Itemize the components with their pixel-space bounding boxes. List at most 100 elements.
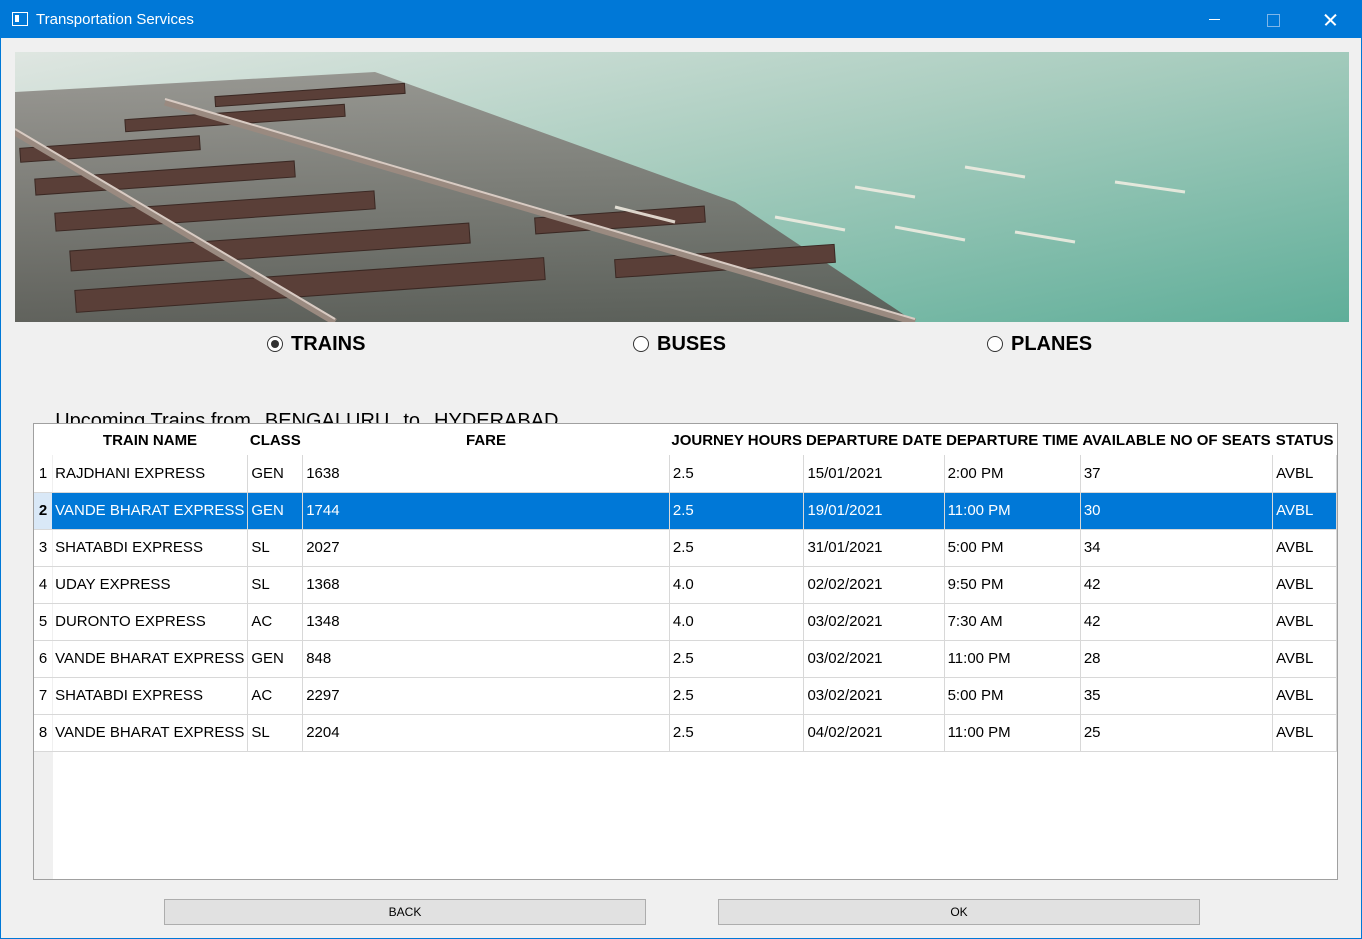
column-header[interactable]: DEPARTURE DATE (803, 424, 945, 455)
back-button[interactable]: BACK (164, 899, 646, 925)
table-row[interactable]: 5 DURONTO EXPRESS AC 1348 4.0 03/02/2021 7:30 … (34, 603, 1337, 641)
table-cell[interactable]: AVBL (1272, 566, 1337, 604)
table-row[interactable]: 8 VANDE BHARAT EXPRESS SL 2204 2.5 04/02/2021… (34, 714, 1337, 752)
minimize-button[interactable] (1191, 1, 1237, 38)
table-row[interactable]: 6 VANDE BHARAT EXPRESS GEN 848 2.5 03/02/2021… (34, 640, 1337, 678)
table-cell[interactable]: AC (247, 677, 304, 715)
table-cell[interactable]: 42 (1080, 566, 1274, 604)
table-cell[interactable]: 28 (1080, 640, 1274, 678)
table-cell[interactable]: 2.5 (669, 529, 805, 567)
row-number[interactable]: 3 (34, 529, 53, 567)
table-cell[interactable]: 5:00 PM (944, 677, 1081, 715)
table-cell[interactable]: AC (247, 603, 304, 641)
table-row[interactable]: 2 VANDE BHARAT EXPRESS GEN 1744 2.5 19/01/202… (34, 492, 1337, 530)
trains-table[interactable]: TRAIN NAME CLASS FARE JOURNEY HOURS DEPA… (33, 423, 1338, 880)
row-number[interactable]: 5 (34, 603, 53, 641)
table-cell[interactable]: AVBL (1272, 492, 1337, 530)
table-cell[interactable]: 37 (1080, 455, 1274, 493)
trains-grid[interactable]: TRAIN NAME CLASS FARE JOURNEY HOURS DEPA… (34, 424, 1337, 752)
table-cell[interactable]: 31/01/2021 (803, 529, 945, 567)
table-cell[interactable]: 4.0 (669, 566, 805, 604)
table-cell[interactable]: 2027 (302, 529, 670, 567)
table-cell[interactable]: AVBL (1272, 714, 1337, 752)
column-header[interactable]: STATUS (1272, 424, 1337, 455)
close-button[interactable] (1307, 1, 1353, 38)
table-cell[interactable]: 1348 (302, 603, 670, 641)
table-cell[interactable]: 03/02/2021 (803, 603, 945, 641)
row-number[interactable]: 7 (34, 677, 53, 715)
column-header[interactable]: JOURNEY HOURS (669, 424, 804, 455)
column-header[interactable]: FARE (302, 424, 670, 455)
corner-cell[interactable] (34, 424, 53, 455)
table-cell[interactable]: SHATABDI EXPRESS (52, 677, 249, 715)
column-header[interactable]: CLASS (247, 424, 303, 455)
table-cell[interactable]: 2.5 (669, 677, 805, 715)
table-cell[interactable]: 9:50 PM (944, 566, 1081, 604)
table-cell[interactable]: 2297 (302, 677, 670, 715)
table-cell[interactable]: VANDE BHARAT EXPRESS (52, 492, 249, 530)
column-header[interactable]: TRAIN NAME (52, 424, 248, 455)
table-cell[interactable]: 42 (1080, 603, 1274, 641)
table-cell[interactable]: GEN (247, 640, 304, 678)
table-cell[interactable]: 5:00 PM (944, 529, 1081, 567)
table-cell[interactable]: AVBL (1272, 640, 1337, 678)
row-number[interactable]: 1 (34, 455, 53, 493)
table-cell[interactable]: 04/02/2021 (803, 714, 945, 752)
column-header[interactable]: AVAILABLE NO OF SEATS (1080, 424, 1273, 455)
table-cell[interactable]: 2204 (302, 714, 670, 752)
table-cell[interactable]: 2.5 (669, 455, 805, 493)
table-cell[interactable]: 11:00 PM (944, 492, 1081, 530)
table-cell[interactable]: UDAY EXPRESS (52, 566, 249, 604)
table-cell[interactable]: 848 (302, 640, 670, 678)
table-cell[interactable]: 30 (1080, 492, 1274, 530)
table-cell[interactable]: 7:30 AM (944, 603, 1081, 641)
radio-buses-indicator[interactable] (633, 336, 649, 352)
radio-trains[interactable]: TRAINS (267, 331, 365, 357)
table-cell[interactable]: 19/01/2021 (803, 492, 945, 530)
table-cell[interactable]: VANDE BHARAT EXPRESS (52, 714, 249, 752)
table-cell[interactable]: VANDE BHARAT EXPRESS (52, 640, 249, 678)
row-number[interactable]: 8 (34, 714, 53, 752)
radio-trains-indicator[interactable] (267, 336, 283, 352)
table-cell[interactable]: GEN (247, 492, 304, 530)
table-cell[interactable]: 1638 (302, 455, 670, 493)
table-cell[interactable]: 2.5 (669, 640, 805, 678)
table-cell[interactable]: 03/02/2021 (803, 677, 945, 715)
title-bar[interactable]: Transportation Services (1, 1, 1361, 38)
maximize-button[interactable] (1249, 1, 1295, 38)
table-cell[interactable]: RAJDHANI EXPRESS (52, 455, 249, 493)
table-cell[interactable]: AVBL (1272, 677, 1337, 715)
table-cell[interactable]: 11:00 PM (944, 714, 1081, 752)
table-cell[interactable]: 2:00 PM (944, 455, 1081, 493)
table-row[interactable]: 4 UDAY EXPRESS SL 1368 4.0 02/02/2021 9:50 PM 4… (34, 566, 1337, 604)
table-cell[interactable]: 2.5 (669, 492, 805, 530)
radio-buses[interactable]: BUSES (633, 331, 726, 357)
ok-button[interactable]: OK (718, 899, 1200, 925)
table-cell[interactable]: SL (247, 714, 304, 752)
table-cell[interactable]: 34 (1080, 529, 1274, 567)
radio-planes-indicator[interactable] (987, 336, 1003, 352)
table-cell[interactable]: 35 (1080, 677, 1274, 715)
table-row[interactable]: 7 SHATABDI EXPRESS AC 2297 2.5 03/02/2021 5:00… (34, 677, 1337, 715)
row-number[interactable]: 4 (34, 566, 53, 604)
table-cell[interactable]: 11:00 PM (944, 640, 1081, 678)
table-cell[interactable]: SHATABDI EXPRESS (52, 529, 249, 567)
table-cell[interactable]: 4.0 (669, 603, 805, 641)
table-cell[interactable]: SL (247, 529, 304, 567)
table-row[interactable]: 3 SHATABDI EXPRESS SL 2027 2.5 31/01/2021 5:00… (34, 529, 1337, 567)
table-cell[interactable]: 1744 (302, 492, 670, 530)
table-cell[interactable]: 03/02/2021 (803, 640, 945, 678)
table-row[interactable]: 1 RAJDHANI EXPRESS GEN 1638 2.5 15/01/2021 2:0… (34, 455, 1337, 493)
radio-planes[interactable]: PLANES (987, 331, 1092, 357)
table-cell[interactable]: 1368 (302, 566, 670, 604)
table-cell[interactable]: 25 (1080, 714, 1274, 752)
table-cell[interactable]: 2.5 (669, 714, 805, 752)
table-cell[interactable]: SL (247, 566, 304, 604)
table-cell[interactable]: DURONTO EXPRESS (52, 603, 249, 641)
column-header[interactable]: DEPARTURE TIME (944, 424, 1081, 455)
table-cell[interactable]: AVBL (1272, 455, 1337, 493)
table-cell[interactable]: 02/02/2021 (803, 566, 945, 604)
table-cell[interactable]: GEN (247, 455, 304, 493)
table-cell[interactable]: 15/01/2021 (803, 455, 945, 493)
table-cell[interactable]: AVBL (1272, 529, 1337, 567)
